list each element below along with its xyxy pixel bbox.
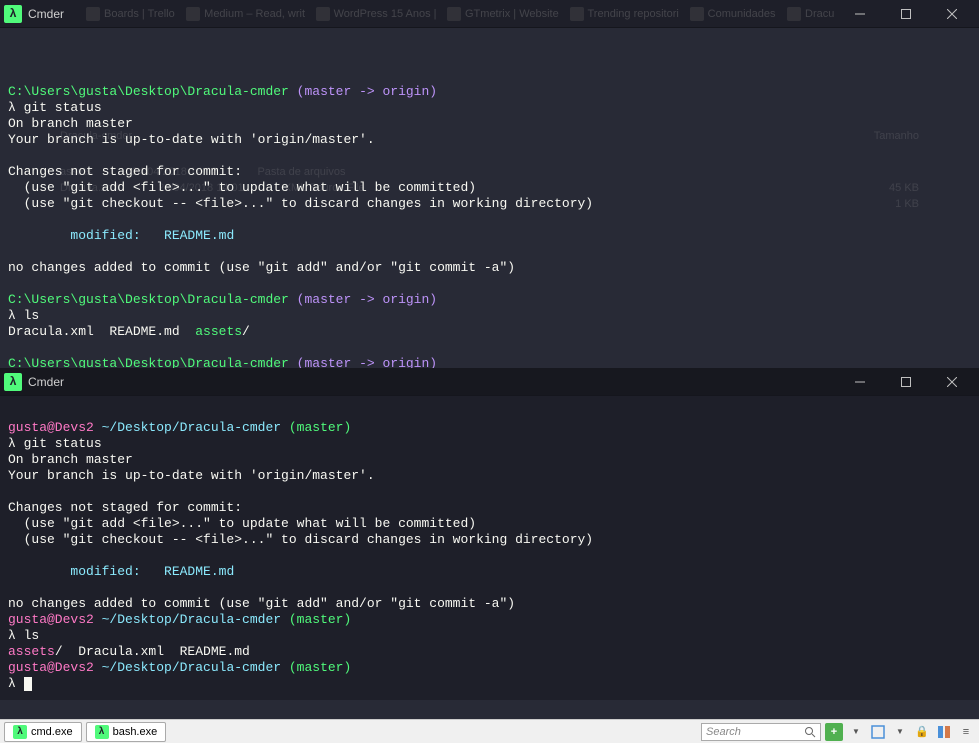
cursor [24, 677, 32, 691]
search-input[interactable]: Search [701, 723, 821, 741]
terminal2-output[interactable]: gusta@Devs2 ~/Desktop/Dracula-cmder (mas… [0, 396, 979, 700]
cmder-icon: λ [4, 5, 22, 23]
cmder-icon: λ [4, 373, 22, 391]
close-button[interactable] [929, 0, 975, 28]
window-list-button[interactable] [869, 723, 887, 741]
statusbar: λ cmd.exe λ bash.exe Search + ▼ ▼ 🔒 ≡ [0, 719, 979, 743]
modified-file: README.md [164, 228, 234, 243]
split-icon[interactable] [935, 723, 953, 741]
console-tab-cmd[interactable]: λ cmd.exe [4, 722, 82, 742]
background-browser-tabs: Boards | Trello Medium – Read, writ Word… [80, 2, 839, 26]
command-line: λ git status [8, 100, 102, 115]
command-line: λ ls [8, 628, 39, 643]
prompt-branch: (master -> origin) [289, 84, 437, 99]
lambda-icon: λ [13, 725, 27, 739]
maximize-button[interactable] [883, 368, 929, 396]
lock-icon[interactable]: 🔒 [913, 723, 931, 741]
terminal1-output[interactable]: C:\Users\gusta\Desktop\Dracula-cmder (ma… [0, 28, 979, 396]
console-tab-bash[interactable]: λ bash.exe [86, 722, 167, 742]
maximize-button[interactable] [883, 0, 929, 28]
prompt-user: gusta@Devs2 [8, 420, 94, 435]
search-icon [804, 726, 816, 738]
prompt-path: ~/Desktop/Dracula-cmder [94, 420, 281, 435]
prompt-path: C:\Users\gusta\Desktop\Dracula-cmder [8, 84, 289, 99]
window2-titlebar: λ Cmder [0, 368, 979, 396]
command-line: λ ls [8, 308, 39, 323]
lambda-icon: λ [95, 725, 109, 739]
modified-file: README.md [164, 564, 234, 579]
menu-button[interactable]: ≡ [957, 723, 975, 741]
prompt-branch: (master) [281, 420, 351, 435]
minimize-button[interactable] [837, 0, 883, 28]
minimize-button[interactable] [837, 368, 883, 396]
window2: λ Cmder gusta@Devs2 ~/Desktop/Dracula-cm… [0, 368, 979, 700]
new-console-button[interactable]: + [825, 723, 843, 741]
close-button[interactable] [929, 368, 975, 396]
command-line: λ git status [8, 436, 102, 451]
window2-title: Cmder [28, 375, 837, 389]
new-console-dropdown[interactable]: ▼ [847, 723, 865, 741]
ls-dir: assets [195, 324, 242, 339]
ls-dir: assets [8, 644, 55, 659]
window-list-dropdown[interactable]: ▼ [891, 723, 909, 741]
window1-titlebar: λ Cmder Boards | Trello Medium – Read, w… [0, 0, 979, 28]
